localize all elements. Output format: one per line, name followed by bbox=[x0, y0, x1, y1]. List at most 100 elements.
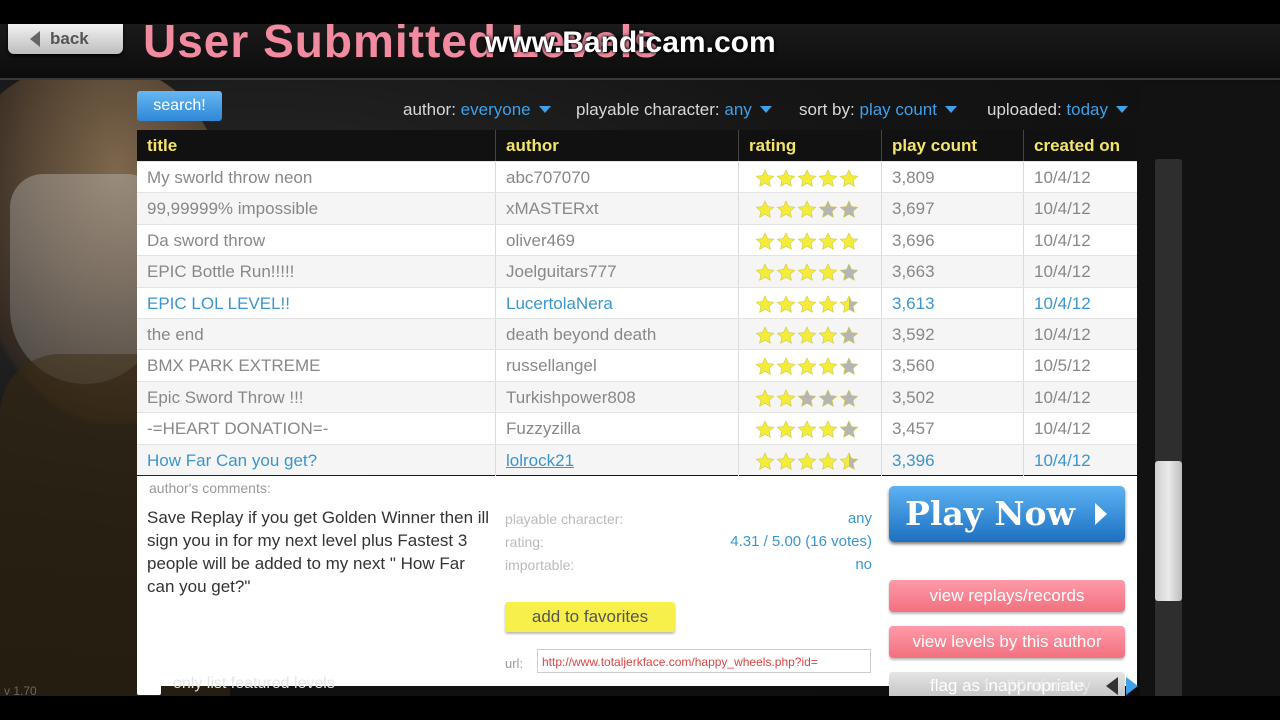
cell-play-count: 3,457 bbox=[881, 413, 1023, 445]
cell-created-on: 10/4/12 bbox=[1023, 256, 1137, 288]
star-icon bbox=[776, 389, 796, 407]
view-author-levels-button[interactable]: view levels by this author bbox=[889, 626, 1125, 658]
cell-rating bbox=[738, 318, 881, 350]
table-row[interactable]: the end death beyond death 3,592 10/4/12 bbox=[137, 317, 1137, 350]
add-to-favorites-button[interactable]: add to favorites bbox=[505, 602, 675, 632]
star-icon bbox=[797, 200, 817, 219]
star-icon bbox=[755, 263, 775, 282]
game-stage: back User Submitted Levels www.Bandicam.… bbox=[0, 24, 1280, 696]
next-page-icon[interactable] bbox=[1126, 677, 1138, 695]
filter-character-value: any bbox=[724, 100, 752, 119]
table-row[interactable]: 99,99999% impossible xMASTERxt 3,697 10/4/1… bbox=[137, 192, 1137, 225]
table-row[interactable]: BMX PARK EXTREME russellangel 3,560 10/5/12 bbox=[137, 349, 1137, 382]
column-title[interactable]: title bbox=[137, 130, 495, 161]
table-row[interactable]: My sworld throw neon abc707070 3,809 10/4/1… bbox=[137, 161, 1137, 193]
table-row[interactable]: EPIC Bottle Run!!!!! Joelguitars777 3,663 1… bbox=[137, 255, 1137, 288]
rating-stars bbox=[755, 200, 860, 224]
table-row[interactable]: EPIC LOL LEVEL!! LucertolaNera 3,613 10/4/1… bbox=[137, 286, 1137, 319]
column-created-on[interactable]: created on bbox=[1023, 130, 1137, 161]
play-now-button[interactable]: Play Now bbox=[889, 486, 1125, 542]
star-icon bbox=[776, 200, 796, 219]
star-icon bbox=[818, 420, 838, 439]
view-replays-button[interactable]: view replays/records bbox=[889, 580, 1125, 612]
cell-play-count: 3,396 bbox=[881, 444, 1023, 476]
search-button[interactable]: search! bbox=[137, 91, 222, 121]
star-icon bbox=[818, 389, 838, 407]
star-icon bbox=[776, 263, 796, 282]
star-icon bbox=[797, 169, 817, 187]
scrollbar-thumb[interactable] bbox=[1155, 461, 1182, 601]
table-row[interactable]: Da sword throw oliver469 3,696 10/4/12 bbox=[137, 223, 1137, 256]
star-icon bbox=[839, 232, 859, 250]
cell-created-on: 10/4/12 bbox=[1023, 381, 1137, 413]
rating-stars bbox=[755, 451, 860, 476]
star-icon bbox=[797, 357, 817, 376]
cell-title: EPIC Bottle Run!!!!! bbox=[147, 262, 295, 282]
rating-stars bbox=[755, 420, 860, 444]
url-label: url: bbox=[505, 656, 524, 671]
filter-sort-by[interactable]: sort by: play count bbox=[799, 100, 957, 120]
star-icon bbox=[776, 420, 796, 439]
featured-levels-checkbox[interactable] bbox=[137, 671, 161, 695]
back-button-label: back bbox=[50, 29, 89, 48]
star-icon bbox=[818, 357, 838, 376]
filter-uploaded[interactable]: uploaded: today bbox=[987, 100, 1129, 120]
cell-author: russellangel bbox=[495, 350, 738, 382]
table-row[interactable]: -=HEART DONATION=- Fuzzyzilla 3,457 10/4/12 bbox=[137, 412, 1137, 445]
back-button[interactable]: back bbox=[8, 24, 123, 54]
cell-title: the end bbox=[147, 324, 204, 344]
star-icon bbox=[839, 263, 859, 282]
previous-page-icon[interactable] bbox=[1106, 677, 1118, 695]
star-icon bbox=[839, 451, 859, 470]
star-icon bbox=[776, 294, 796, 313]
cell-title: My sworld throw neon bbox=[147, 168, 313, 187]
cell-created-on: 10/4/12 bbox=[1023, 287, 1137, 319]
column-author[interactable]: author bbox=[495, 130, 738, 161]
filter-uploaded-label: uploaded: bbox=[987, 100, 1062, 119]
star-icon bbox=[818, 200, 838, 219]
play-arrow-icon bbox=[1095, 503, 1107, 525]
star-icon bbox=[755, 232, 775, 250]
cell-created-on: 10/4/12 bbox=[1023, 162, 1137, 193]
star-icon bbox=[839, 169, 859, 187]
cell-author: Joelguitars777 bbox=[495, 256, 738, 288]
star-icon bbox=[818, 451, 838, 470]
star-icon bbox=[755, 357, 775, 376]
star-icon bbox=[797, 420, 817, 439]
scrollbar-track[interactable] bbox=[1155, 159, 1182, 696]
cell-play-count: 3,592 bbox=[881, 318, 1023, 350]
rating-stars bbox=[755, 389, 860, 413]
cell-play-count: 3,502 bbox=[881, 381, 1023, 413]
importable-value: no bbox=[855, 556, 872, 573]
rating-label: rating: bbox=[505, 534, 544, 550]
cell-author: LucertolaNera bbox=[495, 287, 738, 319]
level-url-field[interactable]: http://www.totaljerkface.com/happy_wheel… bbox=[537, 649, 871, 673]
star-icon bbox=[755, 326, 775, 344]
table-row[interactable]: Epic Sword Throw !!! Turkishpower808 3,502… bbox=[137, 380, 1137, 413]
star-icon bbox=[797, 232, 817, 250]
cell-rating bbox=[738, 444, 881, 476]
filter-author-label: author: bbox=[403, 100, 456, 119]
filter-playable-character[interactable]: playable character: any bbox=[576, 100, 772, 120]
filter-author[interactable]: author: everyone bbox=[403, 100, 551, 120]
chevron-down-icon bbox=[1116, 106, 1129, 113]
playable-character-label: playable character: bbox=[505, 511, 624, 527]
cell-play-count: 3,696 bbox=[881, 224, 1023, 256]
cell-created-on: 10/4/12 bbox=[1023, 224, 1137, 256]
cell-author: oliver469 bbox=[495, 224, 738, 256]
star-icon bbox=[776, 169, 796, 187]
star-icon bbox=[818, 263, 838, 282]
star-icon bbox=[776, 357, 796, 376]
table-row[interactable]: How Far Can you get? lolrock21 3,396 10/4/1… bbox=[137, 443, 1137, 476]
star-icon bbox=[755, 294, 775, 313]
comments-label: author's comments: bbox=[149, 480, 271, 496]
rating-stars bbox=[755, 294, 860, 319]
filter-sort-value: play count bbox=[859, 100, 937, 119]
star-icon bbox=[776, 326, 796, 344]
column-play-count[interactable]: play count bbox=[881, 130, 1023, 161]
star-icon bbox=[755, 451, 775, 470]
column-rating[interactable]: rating bbox=[738, 130, 881, 161]
author-comments: Save Replay if you get Golden Winner the… bbox=[147, 508, 490, 596]
cell-play-count: 3,560 bbox=[881, 350, 1023, 382]
cell-author: Turkishpower808 bbox=[495, 381, 738, 413]
